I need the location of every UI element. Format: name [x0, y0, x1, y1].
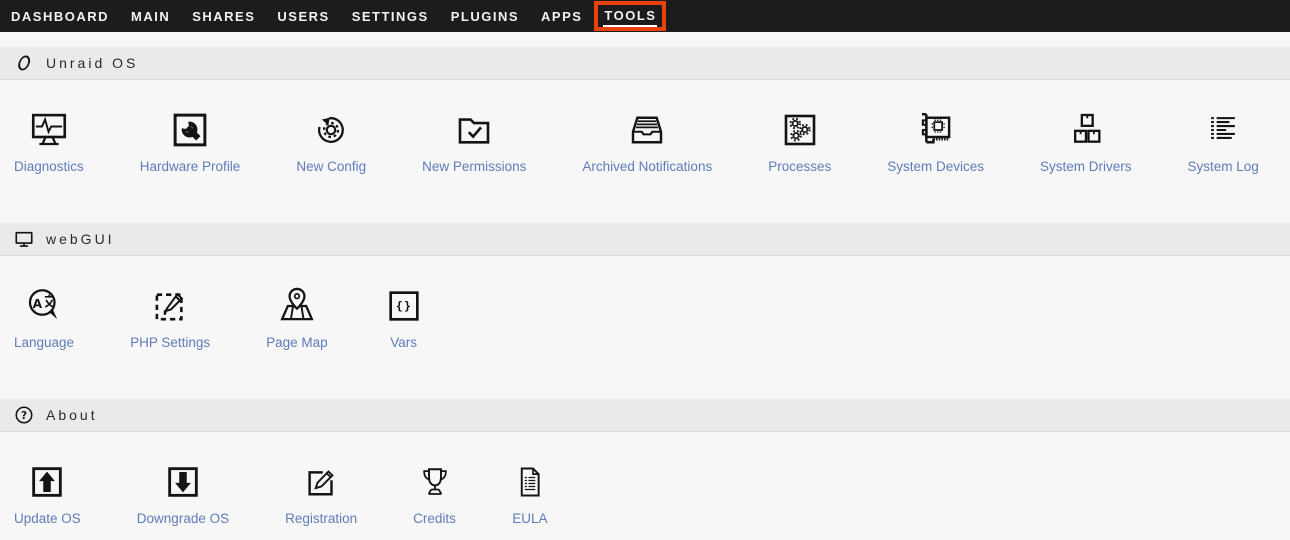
- unraid-logo-icon: [14, 53, 34, 73]
- system-drivers-icon: [1066, 107, 1106, 151]
- tool-page-map[interactable]: Page Map: [266, 283, 328, 350]
- tool-php-settings[interactable]: PHP Settings: [130, 283, 210, 350]
- nav-item-dashboard[interactable]: DASHBOARD: [10, 0, 110, 32]
- section-title: About: [46, 407, 98, 423]
- nav-label: PLUGINS: [450, 6, 520, 26]
- section-header-unraid-os: Unraid OS: [0, 47, 1290, 80]
- diagnostics-icon: [27, 107, 71, 151]
- page-map-icon: [275, 283, 319, 327]
- section-title: Unraid OS: [46, 55, 138, 71]
- nav-label: SETTINGS: [351, 6, 430, 26]
- tool-label: System Drivers: [1040, 159, 1132, 174]
- section-header-about: ? About: [0, 399, 1290, 432]
- tool-label: Diagnostics: [14, 159, 84, 174]
- tool-diagnostics[interactable]: Diagnostics: [14, 107, 84, 174]
- section-header-webgui: webGUI: [0, 223, 1290, 256]
- update-os-icon: [27, 459, 67, 503]
- tool-label: Vars: [390, 335, 417, 350]
- section-body-about: Update OS Downgrade OS Registration: [0, 432, 1290, 540]
- tool-update-os[interactable]: Update OS: [14, 459, 81, 526]
- nav-item-tools[interactable]: TOOLS: [603, 0, 657, 32]
- nav-item-settings[interactable]: SETTINGS: [351, 0, 430, 32]
- nav-item-users[interactable]: USERS: [276, 0, 330, 32]
- tool-system-devices[interactable]: System Devices: [887, 107, 984, 174]
- section-title: webGUI: [46, 231, 115, 247]
- tool-label: Downgrade OS: [137, 511, 229, 526]
- tool-label: Processes: [768, 159, 831, 174]
- new-config-icon: [310, 107, 352, 151]
- registration-icon: [300, 459, 342, 503]
- tool-eula[interactable]: EULA: [512, 459, 548, 526]
- tool-label: Credits: [413, 511, 456, 526]
- monitor-icon: [14, 229, 34, 249]
- tool-registration[interactable]: Registration: [285, 459, 357, 526]
- tool-credits[interactable]: Credits: [413, 459, 456, 526]
- svg-text:A: A: [33, 297, 43, 311]
- system-devices-icon: [914, 107, 958, 151]
- tool-processes[interactable]: Processes: [768, 107, 831, 174]
- tool-hardware-profile[interactable]: Hardware Profile: [140, 107, 241, 174]
- nav-label: SHARES: [191, 6, 256, 26]
- tool-label: EULA: [512, 511, 547, 526]
- nav-item-main[interactable]: MAIN: [130, 0, 171, 32]
- vars-icon: {}: [384, 283, 424, 327]
- tool-system-log[interactable]: System Log: [1188, 107, 1259, 174]
- tool-vars[interactable]: {} Vars: [384, 283, 424, 350]
- tool-label: System Log: [1188, 159, 1259, 174]
- svg-text:{}: {}: [395, 299, 412, 313]
- tool-label: PHP Settings: [130, 335, 210, 350]
- downgrade-os-icon: [163, 459, 203, 503]
- processes-icon: [779, 107, 821, 151]
- tool-label: System Devices: [887, 159, 984, 174]
- tool-downgrade-os[interactable]: Downgrade OS: [137, 459, 229, 526]
- language-icon: A: [22, 283, 66, 327]
- nav-label: DASHBOARD: [10, 6, 110, 26]
- section-body-unraid-os: Diagnostics Hardware Profile New Config: [0, 80, 1290, 223]
- php-settings-icon: [149, 283, 191, 327]
- nav-label: APPS: [540, 6, 583, 26]
- top-navbar: DASHBOARD MAIN SHARES USERS SETTINGS PLU…: [0, 0, 1290, 32]
- tool-label: Update OS: [14, 511, 81, 526]
- tool-system-drivers[interactable]: System Drivers: [1040, 107, 1132, 174]
- system-log-icon: [1204, 107, 1242, 151]
- tool-language[interactable]: A Language: [14, 283, 74, 350]
- tool-label: Page Map: [266, 335, 328, 350]
- new-permissions-icon: [452, 107, 496, 151]
- archived-notifications-icon: [624, 107, 670, 151]
- tool-label: New Permissions: [422, 159, 526, 174]
- svg-text:?: ?: [21, 410, 27, 422]
- tool-label: New Config: [296, 159, 366, 174]
- tool-label: Archived Notifications: [582, 159, 712, 174]
- question-circle-icon: ?: [14, 405, 34, 425]
- nav-item-apps[interactable]: APPS: [540, 0, 583, 32]
- section-body-webgui: A Language PHP Settings Page Map: [0, 256, 1290, 399]
- nav-item-plugins[interactable]: PLUGINS: [450, 0, 520, 32]
- nav-label: TOOLS: [603, 5, 657, 27]
- tool-label: Language: [14, 335, 74, 350]
- nav-label: MAIN: [130, 6, 171, 26]
- tool-archived-notifications[interactable]: Archived Notifications: [582, 107, 712, 174]
- tool-new-config[interactable]: New Config: [296, 107, 366, 174]
- nav-item-shares[interactable]: SHARES: [191, 0, 256, 32]
- tool-label: Hardware Profile: [140, 159, 241, 174]
- hardware-profile-icon: [169, 107, 211, 151]
- credits-icon: [417, 459, 453, 503]
- tool-label: Registration: [285, 511, 357, 526]
- nav-label: USERS: [276, 6, 330, 26]
- tool-new-permissions[interactable]: New Permissions: [422, 107, 526, 174]
- eula-icon: [512, 459, 548, 503]
